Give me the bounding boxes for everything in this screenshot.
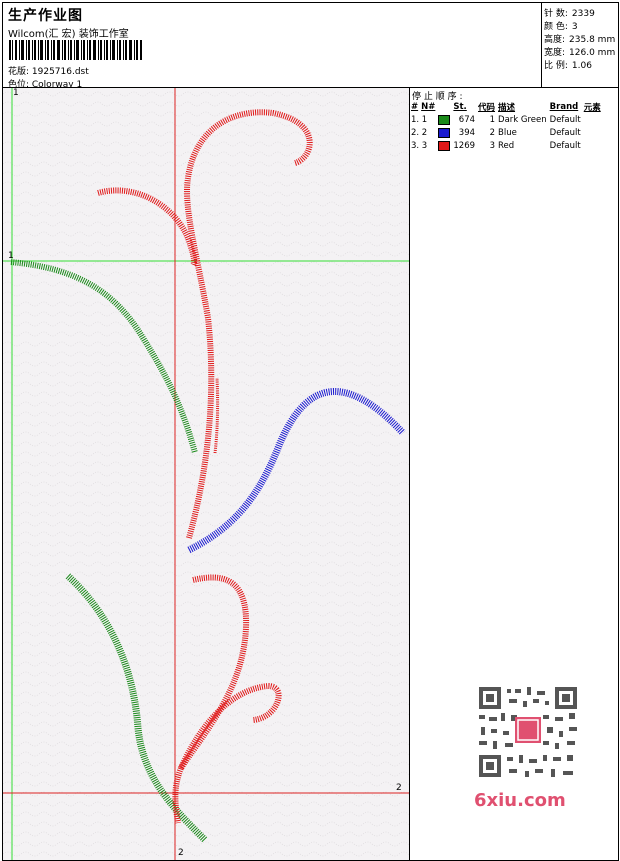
row-index: 2. 2	[411, 128, 428, 138]
design-canvas[interactable]: 1 1 2 2	[2, 87, 410, 861]
table-row: 2. 2 394 2 Blue Default	[411, 127, 604, 140]
row-index: 3. 3	[411, 141, 428, 151]
swatch-dark-green	[438, 114, 451, 125]
stat-stitches: 针 数: 2339	[544, 6, 595, 19]
watermark-qr-code	[471, 683, 585, 783]
col-element: 元素	[583, 103, 601, 113]
company-name: Wilcom(汇 宏) 装饰工作室	[8, 29, 129, 40]
row-brand: Default	[549, 128, 581, 138]
stat-label: 颜 色:	[544, 22, 568, 32]
swatch-cell	[438, 114, 453, 127]
design-file: 花版: 1925716.dst	[8, 67, 89, 77]
stat-label: 针 数:	[544, 9, 568, 19]
col-n: N#	[421, 102, 436, 112]
stat-label: 宽度:	[544, 48, 566, 58]
col-code: 代码	[478, 103, 496, 113]
header-panel: 生产作业图 Wilcom(汇 宏) 装饰工作室 花版: 1925716.dst …	[2, 2, 542, 90]
swatch-cell	[438, 140, 453, 153]
stat-value: 1.06	[571, 61, 592, 71]
row-brand: Default	[549, 115, 581, 125]
stat-label: 高度:	[544, 35, 566, 45]
col-desc: 描述	[498, 103, 516, 113]
stat-label: 比 例:	[544, 61, 568, 71]
stats-panel: 针 数: 2339 颜 色: 3 高度: 235.8 mm 宽度: 126.0 mm 比…	[541, 2, 619, 88]
row-element	[584, 114, 604, 127]
swatch-red	[438, 140, 451, 151]
stat-value: 235.8 mm	[569, 35, 616, 45]
axis-label-v-bottom: 2	[178, 848, 184, 858]
col-stitches: St.	[453, 102, 467, 112]
embroidery-preview	[3, 88, 409, 860]
stat-colors: 颜 色: 3	[544, 19, 578, 32]
axis-label-h-left: 1	[8, 251, 14, 261]
swatch-cell	[438, 127, 453, 140]
row-code: 1	[489, 115, 496, 125]
row-desc: Dark Green	[498, 115, 547, 125]
stat-value: 126.0 mm	[569, 48, 616, 58]
col-swatch	[438, 101, 453, 114]
row-stitches: 1269	[453, 141, 476, 151]
axis-label-h-right: 2	[396, 783, 402, 793]
row-element	[584, 127, 604, 140]
color-table-header: # N# St. 代码 描述 Brand 元素	[411, 101, 604, 114]
stat-value: 3	[571, 22, 578, 32]
stat-scale: 比 例: 1.06	[544, 58, 592, 71]
col-brand: Brand	[549, 102, 579, 112]
col-hash: #	[411, 102, 419, 112]
axis-label-v-top: 1	[13, 88, 19, 98]
stat-width: 宽度: 126.0 mm	[544, 45, 615, 58]
stat-height: 高度: 235.8 mm	[544, 32, 615, 45]
row-stitches: 674	[458, 115, 476, 125]
row-code: 3	[489, 141, 496, 151]
watermark-text: 6xiu.com	[474, 790, 566, 811]
row-stitches: 394	[458, 128, 476, 138]
color-table: # N# St. 代码 描述 Brand 元素 1. 1 674 1 Dark …	[411, 101, 604, 153]
barcode	[9, 40, 142, 60]
stat-value: 2339	[571, 9, 595, 19]
row-desc: Blue	[498, 128, 517, 138]
row-desc: Red	[498, 141, 515, 151]
table-row: 1. 1 674 1 Dark Green Default	[411, 114, 604, 127]
row-index: 1. 1	[411, 115, 428, 125]
row-element	[584, 140, 604, 153]
table-row: 3. 3 1269 3 Red Default	[411, 140, 604, 153]
page-title: 生产作业图	[8, 8, 83, 24]
swatch-blue	[438, 127, 451, 138]
row-brand: Default	[549, 141, 581, 151]
row-code: 2	[489, 128, 496, 138]
